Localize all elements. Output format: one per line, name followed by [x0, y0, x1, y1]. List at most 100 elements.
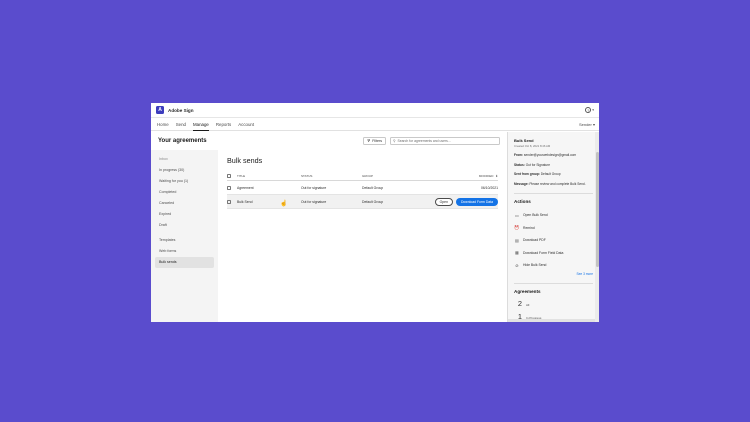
nav-reports[interactable]: Reports — [216, 118, 231, 131]
search-placeholder: Search for agreements and users... — [397, 139, 451, 143]
sent-group-value: Default Group — [540, 172, 561, 177]
see-more-link[interactable]: See 3 more — [514, 272, 593, 276]
action-label: Download Form Field Data — [523, 250, 564, 255]
row-modified: 06/10/2021 — [481, 185, 498, 190]
rail-from: From: sender@yourwebdesign@gmail.com — [514, 153, 593, 158]
manage-toolbar: Your agreements ⧩ Filters ⚲ Search for a… — [151, 132, 507, 150]
sidebar-item-web-forms[interactable]: Web forms — [151, 246, 214, 257]
message-label: Message: — [514, 181, 529, 186]
sidebar-item-waiting[interactable]: Waiting for you (1) — [151, 176, 214, 187]
col-header-title[interactable]: TITLE — [237, 174, 301, 178]
col-header-modified[interactable]: MODIFIED ⬇ — [479, 174, 498, 178]
hide-icon: ⊘ — [515, 262, 519, 268]
rail-message: Message: Please review and complete Bulk… — [514, 182, 593, 187]
search-icon: ⚲ — [393, 139, 396, 143]
filters-label: Filters — [372, 139, 382, 143]
table-row[interactable]: Bulk Send Out for signature Default Grou… — [227, 195, 498, 209]
sidebar-item-templates[interactable]: Templates — [151, 235, 214, 246]
rail-status: Status: Out for Signature — [514, 163, 593, 168]
action-remind[interactable]: ⏰ Remind — [514, 221, 593, 234]
top-nav: Home Send Manage Reports Account Sender … — [151, 118, 599, 131]
rail-sent-from-group: Sent from group: Default Group — [514, 172, 593, 177]
document-icon: ▭ — [515, 212, 519, 218]
action-open-bulk-send[interactable]: ▭ Open Bulk Send — [514, 209, 593, 222]
message-value: Please review and complete Bulk Send. — [529, 181, 586, 186]
divider — [514, 283, 593, 285]
help-menu[interactable]: ? ▾ — [585, 107, 594, 113]
col-header-status[interactable]: STATUS — [301, 174, 362, 178]
sidebar-item-expired[interactable]: Expired — [151, 209, 214, 220]
form-data-icon: ▦ — [515, 250, 519, 256]
rail-horizontal-scrollbar[interactable] — [508, 319, 595, 322]
help-icon[interactable]: ? — [585, 107, 592, 113]
modified-label: MODIFIED — [478, 174, 494, 178]
action-hide-bulk-send[interactable]: ⊘ Hide Bulk Send — [514, 259, 593, 272]
main-panel: Your agreements ⧩ Filters ⚲ Search for a… — [151, 132, 507, 322]
sidebar-item-in-progress[interactable]: In progress (30) — [151, 165, 214, 176]
download-form-data-button[interactable]: Download Form Data — [455, 197, 498, 206]
agreements-heading: Agreements — [514, 289, 541, 295]
mouse-pointer-icon: ☝ — [280, 201, 288, 207]
pdf-icon: ▤ — [515, 237, 519, 243]
bulk-sends-content: Bulk sends TITLE STATUS GROUP MODIFIED ⬇ … — [218, 150, 507, 322]
row-group: Default Group — [362, 185, 384, 190]
table-row[interactable]: Agreement Out for signature Default Grou… — [227, 181, 498, 195]
open-button[interactable]: Open — [434, 197, 453, 206]
sidebar-item-canceled[interactable]: Canceled — [151, 198, 214, 209]
action-download-pdf[interactable]: ▤ Download PDF — [514, 234, 593, 247]
from-value: sender@yourwebdesign@gmail.com — [523, 153, 577, 157]
row-group: Default Group — [362, 199, 384, 204]
action-label: Download PDF — [523, 238, 546, 243]
page-title: Your agreements — [158, 138, 207, 144]
action-label: Hide Bulk Send — [523, 263, 547, 268]
details-rail: Bulk Send Created Oct 8, 2021 8:46 AM Fr… — [507, 132, 599, 322]
status-value: Out for Signature — [525, 162, 550, 167]
row-status: Out for signature — [301, 199, 327, 204]
action-download-form-field-data[interactable]: ▦ Download Form Field Data — [514, 246, 593, 259]
row-checkbox[interactable] — [227, 199, 231, 204]
rail-scrollbar[interactable] — [595, 132, 599, 322]
select-all-checkbox[interactable] — [227, 174, 231, 178]
row-status: Out for signature — [301, 185, 327, 190]
sidebar-section-inbox: Inbox — [159, 157, 168, 161]
sidebar-item-bulk-sends[interactable]: Bulk sends — [155, 257, 214, 268]
row-title: Bulk Send — [237, 199, 253, 204]
filter-icon: ⧩ — [366, 139, 371, 143]
sent-group-label: Sent from group: — [514, 172, 540, 177]
row-title: Agreement — [237, 185, 254, 190]
search-input[interactable]: ⚲ Search for agreements and users... — [390, 137, 500, 145]
status-label: Status: — [514, 162, 525, 167]
chevron-down-icon: ▾ — [592, 122, 595, 127]
title-bar: A Adobe Sign ? ▾ — [151, 103, 599, 118]
rail-title: Bulk Send — [514, 138, 534, 143]
nav-manage[interactable]: Manage — [192, 118, 209, 131]
sidebar-item-draft[interactable]: Draft — [151, 220, 214, 231]
sort-arrow-icon: ⬇ — [495, 174, 498, 178]
agreement-count-label: All — [526, 303, 530, 308]
app-title: Adobe Sign — [168, 107, 194, 113]
action-label: Open Bulk Send — [523, 213, 548, 218]
scrollbar-thumb[interactable] — [595, 152, 599, 267]
sidebar: Inbox In progress (30) Waiting for you (… — [151, 150, 218, 322]
from-label: From: — [514, 153, 524, 157]
section-heading: Bulk sends — [227, 156, 263, 165]
col-header-group[interactable]: GROUP — [362, 174, 414, 178]
filters-button[interactable]: ⧩ Filters — [362, 137, 386, 145]
nav-home[interactable]: Home — [157, 118, 169, 131]
table-header: TITLE STATUS GROUP MODIFIED ⬇ — [227, 172, 498, 181]
reminder-icon: ⏰ — [514, 224, 520, 230]
chevron-down-icon[interactable]: ▾ — [592, 108, 594, 112]
nav-account[interactable]: Account — [238, 118, 254, 131]
sender-menu[interactable]: Sender ▾ — [579, 118, 595, 131]
main-columns: Inbox In progress (30) Waiting for you (… — [151, 150, 507, 322]
rail-created-date: Created Oct 8, 2021 8:46 AM — [514, 144, 551, 148]
body-area: Your agreements ⧩ Filters ⚲ Search for a… — [151, 132, 599, 322]
nav-send[interactable]: Send — [176, 118, 186, 131]
row-checkbox[interactable] — [227, 185, 231, 190]
agreement-count: 2 — [517, 299, 522, 309]
sender-label: Sender — [578, 122, 592, 127]
agreement-count-all[interactable]: 2 All — [514, 299, 593, 308]
sidebar-item-completed[interactable]: Completed — [151, 187, 214, 198]
row-actions: Open Download Form Data — [434, 197, 498, 206]
app-window: A Adobe Sign ? ▾ Home Send Manage Report… — [151, 103, 599, 322]
